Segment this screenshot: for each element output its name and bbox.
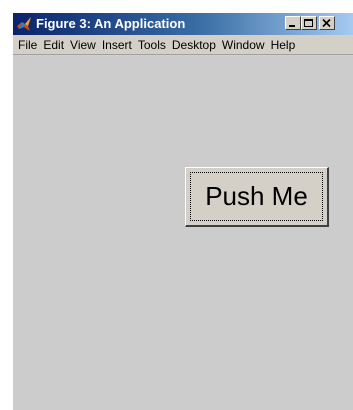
matlab-icon[interactable] xyxy=(16,16,32,32)
minimize-button[interactable] xyxy=(285,16,301,30)
menu-tools[interactable]: Tools xyxy=(135,36,169,54)
close-button[interactable] xyxy=(319,16,335,30)
menu-help[interactable]: Help xyxy=(268,36,299,54)
close-icon xyxy=(322,19,331,28)
maximize-button[interactable] xyxy=(301,16,317,30)
menu-bar: File Edit View Insert Tools Desktop Wind… xyxy=(13,35,353,55)
menu-window[interactable]: Window xyxy=(219,36,268,54)
menu-file[interactable]: File xyxy=(13,36,40,54)
menu-desktop[interactable]: Desktop xyxy=(169,36,219,54)
window-title: Figure 3: An Application xyxy=(36,16,186,31)
menu-edit[interactable]: Edit xyxy=(40,36,67,54)
title-bar[interactable]: Figure 3: An Application xyxy=(13,13,353,35)
figure-canvas: Push Me xyxy=(13,56,353,410)
figure-window: Figure 3: An Application File Edit View … xyxy=(12,12,353,410)
push-me-label: Push Me xyxy=(205,181,308,211)
minimize-icon xyxy=(289,25,295,27)
menu-insert[interactable]: Insert xyxy=(99,36,135,54)
maximize-icon xyxy=(304,19,313,27)
push-me-button[interactable]: Push Me xyxy=(185,167,329,227)
menu-view[interactable]: View xyxy=(67,36,99,54)
